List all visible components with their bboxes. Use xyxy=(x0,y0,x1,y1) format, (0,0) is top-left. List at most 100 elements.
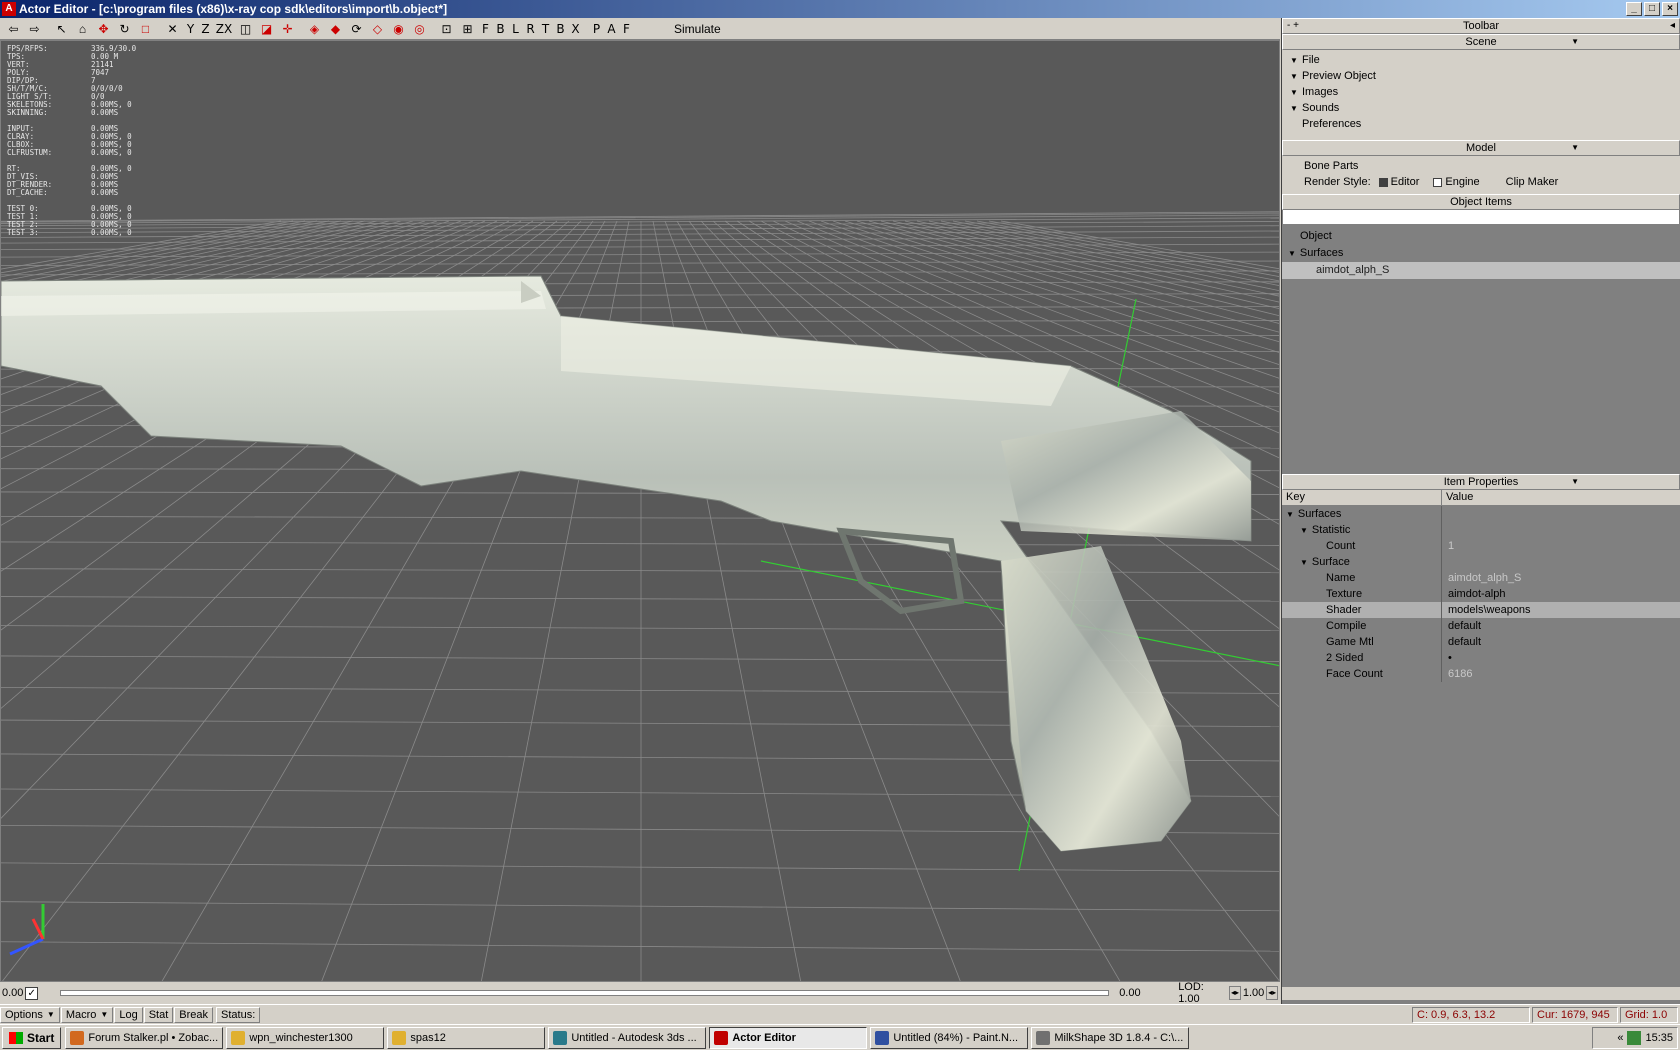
clip-maker-button[interactable]: Clip Maker xyxy=(1506,176,1559,188)
rotate-icon[interactable]: ↻ xyxy=(114,19,135,39)
scene-item-file[interactable]: ▼ File xyxy=(1286,52,1676,68)
mirror-icon[interactable]: ◫ xyxy=(235,19,256,39)
value-column-header[interactable]: Value xyxy=(1442,490,1680,505)
taskbar-item[interactable]: Actor Editor xyxy=(709,1026,868,1049)
tray-expand-icon[interactable]: « xyxy=(1617,1032,1623,1044)
perspective-button[interactable]: P xyxy=(589,19,604,39)
taskbar-item[interactable]: wpn_winchester1300 xyxy=(226,1026,385,1049)
axis-y-button[interactable]: Y xyxy=(183,19,198,39)
log-button[interactable]: Log xyxy=(114,1006,143,1023)
property-row[interactable]: Game Mtl default xyxy=(1282,634,1680,650)
snap-move-icon[interactable]: ◆ xyxy=(325,19,346,39)
model-header[interactable]: Model ▼ xyxy=(1282,140,1680,156)
redo-icon[interactable]: ⇨ xyxy=(24,19,45,39)
view-top-button[interactable]: T xyxy=(538,19,553,39)
scene-item-preview-object[interactable]: ▼ Preview Object xyxy=(1286,68,1676,84)
lod-value[interactable]: 1.00 xyxy=(1243,987,1264,999)
render-style-engine[interactable]: Engine xyxy=(1433,176,1480,188)
object-items-filter[interactable] xyxy=(1283,210,1679,224)
taskbar-item[interactable]: MilkShape 3D 1.8.4 - C:\... xyxy=(1031,1026,1190,1049)
maximize-button[interactable]: □ xyxy=(1644,2,1660,16)
stat-button[interactable]: Stat xyxy=(143,1006,174,1023)
panel-expand-icon[interactable]: - + xyxy=(1287,19,1299,33)
lock-x-icon[interactable]: ✕ xyxy=(162,19,183,39)
minimize-button[interactable]: _ xyxy=(1626,2,1642,16)
property-row[interactable]: Face Count 6186 xyxy=(1282,666,1680,682)
property-row[interactable]: ▼ Statistic xyxy=(1282,522,1680,538)
tree-item-object[interactable]: Object xyxy=(1282,228,1680,245)
scale-icon[interactable]: □ xyxy=(135,19,156,39)
view-right-button[interactable]: R xyxy=(523,19,538,39)
break-button[interactable]: Break xyxy=(174,1006,214,1023)
property-row[interactable]: Texture aimdot-alph xyxy=(1282,586,1680,602)
property-row[interactable]: Count 1 xyxy=(1282,538,1680,554)
panel-collapse-icon[interactable]: ◂ xyxy=(1670,19,1675,33)
snap-object-icon[interactable]: ◪ xyxy=(256,19,277,39)
scene-item-sounds[interactable]: ▼ Sounds xyxy=(1286,100,1676,116)
taskbar-item[interactable]: Forum Stalker.pl • Zobac... xyxy=(65,1026,224,1049)
select-icon[interactable]: ↖ xyxy=(51,19,72,39)
property-row[interactable]: Name aimdot_alph_S xyxy=(1282,570,1680,586)
scene-header[interactable]: Scene ▼ xyxy=(1282,34,1680,50)
lod-value-spin-icon[interactable]: ◂▸ xyxy=(1266,986,1278,1000)
macro-menu[interactable]: Macro ▼ xyxy=(60,1006,114,1023)
expand-icon[interactable]: ▼ xyxy=(1300,558,1308,567)
taskbar-item[interactable]: Untitled - Autodesk 3ds ... xyxy=(548,1026,707,1049)
axis-z-button[interactable]: Z xyxy=(198,19,213,39)
view-bottom-button[interactable]: B xyxy=(553,19,568,39)
snap-angle-icon[interactable]: ◈ xyxy=(304,19,325,39)
bone-parts-button[interactable]: Bone Parts xyxy=(1286,158,1676,174)
expand-icon[interactable]: ▼ xyxy=(1300,526,1308,535)
3d-viewport[interactable]: FPS/RFPS: 336.9/30.0 TPS: 0.00 M VERT: 21141 P… xyxy=(0,40,1280,982)
toolbar-panel-header[interactable]: - + Toolbar ◂ xyxy=(1282,18,1680,34)
options-menu[interactable]: Options ▼ xyxy=(0,1006,60,1023)
item-properties-header[interactable]: Item Properties ▼ xyxy=(1282,474,1680,490)
axis-zx-button[interactable]: ZX xyxy=(213,19,235,39)
property-row[interactable]: Shader models\weapons xyxy=(1282,602,1680,618)
tree-item-surfaces[interactable]: ▼ Surfaces xyxy=(1282,245,1680,262)
property-row[interactable]: ▼ Surfaces xyxy=(1282,506,1680,522)
object-items-tree[interactable]: Object ▼ Surfaces aimdot_alph_S xyxy=(1282,210,1680,474)
timeline-slider[interactable] xyxy=(60,990,1110,996)
property-row[interactable]: ▼ Surface xyxy=(1282,554,1680,570)
loop-checkbox[interactable]: ✓ xyxy=(25,986,39,1000)
start-button[interactable]: Start xyxy=(2,1026,62,1049)
props-dropdown-icon[interactable]: ▼ xyxy=(1571,475,1579,489)
taskbar-item[interactable]: Untitled (84%) - Paint.N... xyxy=(870,1026,1029,1049)
view-reset-button[interactable]: X xyxy=(568,19,583,39)
tree-item-surface[interactable]: aimdot_alph_S xyxy=(1282,262,1680,279)
view-left-button[interactable]: L xyxy=(508,19,523,39)
snap-scale-icon[interactable]: ◇ xyxy=(367,19,388,39)
zoom-selected-icon[interactable]: ⊞ xyxy=(457,19,478,39)
lod-spin-icon[interactable]: ◂▸ xyxy=(1229,986,1241,1000)
taskbar-item[interactable]: spas12 xyxy=(387,1026,546,1049)
snap-rotate-icon[interactable]: ⟳ xyxy=(346,19,367,39)
property-row[interactable]: 2 Sided • xyxy=(1282,650,1680,666)
close-button[interactable]: × xyxy=(1662,2,1678,16)
object-icon[interactable]: ⌂ xyxy=(72,19,93,39)
scene-item-images[interactable]: ▼ Images xyxy=(1286,84,1676,100)
model-dropdown-icon[interactable]: ▼ xyxy=(1571,141,1579,155)
tray-app-icon[interactable] xyxy=(1627,1031,1642,1045)
move-icon[interactable]: ✥ xyxy=(93,19,114,39)
undo-icon[interactable]: ⇦ xyxy=(3,19,24,39)
grid-field: Grid: 1.0 xyxy=(1620,1006,1678,1023)
freefly-button[interactable]: F xyxy=(619,19,634,39)
render-style-editor[interactable]: Editor xyxy=(1378,176,1419,188)
snap-vertex-icon[interactable]: ◉ xyxy=(388,19,409,39)
snap-grid-icon[interactable]: ✛ xyxy=(277,19,298,39)
arcball-button[interactable]: A xyxy=(604,19,619,39)
zoom-extent-icon[interactable]: ⊡ xyxy=(436,19,457,39)
props-scrollbar[interactable] xyxy=(1282,986,1680,1000)
snap-normal-icon[interactable]: ◎ xyxy=(409,19,430,39)
app-icon[interactable]: A xyxy=(2,2,16,16)
simulate-button[interactable]: Simulate xyxy=(674,22,721,36)
scene-dropdown-icon[interactable]: ▼ xyxy=(1571,35,1579,49)
key-column-header[interactable]: Key xyxy=(1282,490,1442,505)
scene-item-preferences[interactable]: Preferences xyxy=(1286,116,1676,132)
stat-row: DT_CACHE: 0.00MS xyxy=(7,188,119,197)
view-front-button[interactable]: F xyxy=(478,19,493,39)
property-row[interactable]: Compile default xyxy=(1282,618,1680,634)
expand-icon[interactable]: ▼ xyxy=(1286,510,1294,519)
view-back-button[interactable]: B xyxy=(493,19,508,39)
